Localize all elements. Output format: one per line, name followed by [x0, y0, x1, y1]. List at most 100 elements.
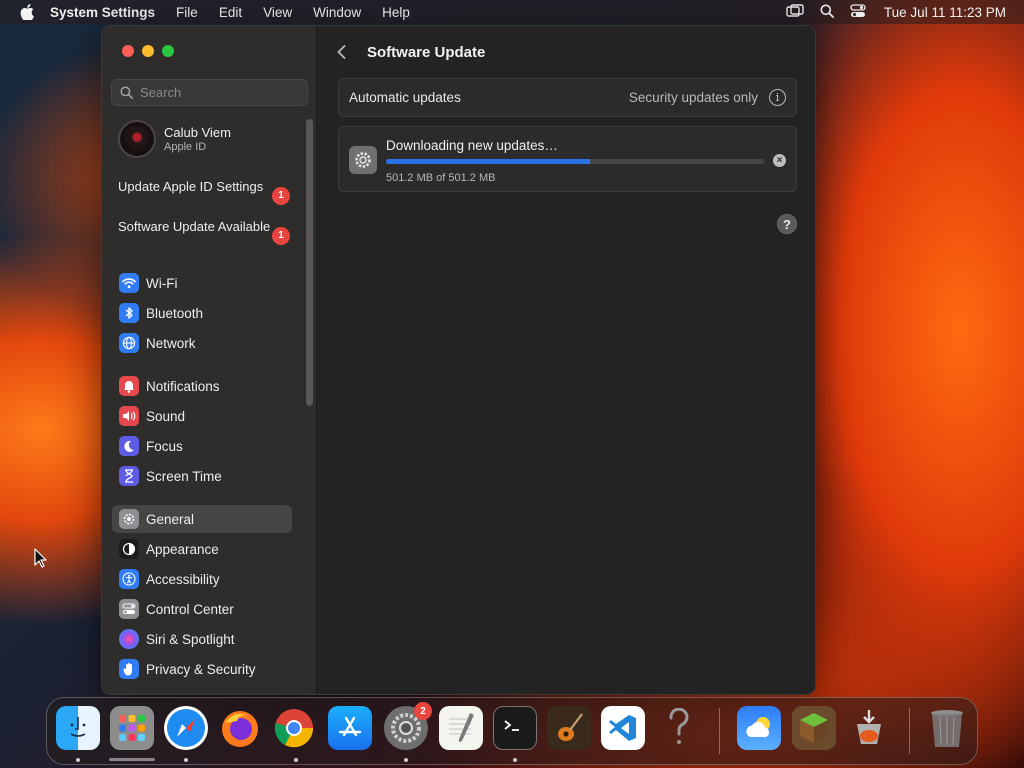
sidebar-item-privacy-security[interactable]: Privacy & Security: [112, 655, 292, 683]
accessibility-icon: [119, 569, 139, 589]
sidebar-item-label: Privacy & Security: [146, 661, 256, 677]
sidebar-item-sound[interactable]: Sound: [112, 402, 292, 430]
download-progress-panel: Downloading new updates… 501.2 MB of 501…: [338, 126, 797, 192]
sidebar-item-label: Accessibility: [146, 571, 220, 587]
software-update-available-item[interactable]: Software Update Available 1: [118, 219, 290, 245]
download-size: 501.2 MB of 501.2 MB: [386, 172, 496, 184]
sidebar-item-network[interactable]: Network: [112, 329, 292, 357]
firefox-icon[interactable]: [218, 706, 262, 750]
sidebar-scrollbar[interactable]: [306, 119, 313, 406]
help-button[interactable]: ?: [777, 214, 797, 234]
vscode-icon[interactable]: [601, 706, 645, 750]
privacy-hand-icon: [119, 659, 139, 679]
minimize-window-button[interactable]: [142, 45, 154, 57]
control-center-icon[interactable]: [850, 3, 866, 21]
menu-help[interactable]: Help: [382, 5, 410, 20]
sidebar-item-general[interactable]: General: [112, 505, 292, 533]
close-window-button[interactable]: [122, 45, 134, 57]
notifications-bell-icon: [119, 376, 139, 396]
sidebar-item-control-center[interactable]: Control Center: [112, 595, 292, 623]
sidebar-item-accessibility[interactable]: Accessibility: [112, 565, 292, 593]
automatic-updates-value: Security updates only: [628, 90, 758, 105]
sidebar-item-screen-time[interactable]: Screen Time: [112, 462, 292, 490]
app-store-icon[interactable]: [328, 706, 372, 750]
download-status: Downloading new updates…: [386, 138, 558, 153]
apple-icon[interactable]: [18, 3, 36, 21]
mouse-pointer-icon: [34, 548, 47, 573]
menu-window[interactable]: Window: [313, 5, 361, 20]
garageband-icon[interactable]: [547, 706, 591, 750]
sidebar: Search Calub Viem Apple ID Update Apple …: [102, 26, 317, 694]
launchpad-icon[interactable]: [110, 706, 154, 750]
search-icon: [120, 86, 133, 99]
dock: 2: [46, 697, 978, 765]
system-settings-icon[interactable]: 2: [384, 702, 432, 750]
running-indicator: [76, 758, 80, 762]
screen-mirroring-icon[interactable]: [786, 3, 804, 21]
sidebar-item-label: Appearance: [146, 541, 219, 557]
notice-label: Update Apple ID Settings: [118, 179, 264, 194]
focus-moon-icon: [119, 436, 139, 456]
finder-icon[interactable]: [56, 706, 100, 750]
minecraft-icon[interactable]: [792, 706, 836, 750]
profile-subtitle: Apple ID: [164, 141, 207, 153]
menu-edit[interactable]: Edit: [219, 5, 242, 20]
menu-bar: System Settings File Edit View Window He…: [0, 0, 1024, 24]
menu-view[interactable]: View: [263, 5, 292, 20]
sidebar-item-focus[interactable]: Focus: [112, 432, 292, 460]
sidebar-item-label: Control Center: [146, 601, 234, 617]
notification-badge: 1: [272, 187, 290, 205]
apple-id-profile[interactable]: Calub Viem Apple ID: [118, 120, 231, 158]
running-indicator: [404, 758, 408, 762]
sidebar-item-wifi[interactable]: Wi-Fi: [112, 269, 292, 297]
zoom-window-button[interactable]: [162, 45, 174, 57]
menu-app-name[interactable]: System Settings: [50, 5, 155, 20]
running-indicator: [513, 758, 517, 762]
sidebar-item-label: Focus: [146, 438, 183, 454]
terminal-icon[interactable]: [493, 706, 537, 750]
textedit-icon[interactable]: [439, 706, 483, 750]
avatar: [118, 120, 156, 158]
main-content: Software Update Automatic updates Securi…: [317, 26, 815, 694]
update-apple-id-settings-item[interactable]: Update Apple ID Settings 1: [118, 179, 290, 205]
notification-badge: 1: [272, 227, 290, 245]
sidebar-item-label: Screen Time: [146, 468, 222, 484]
dock-launchpad-indicator: [109, 758, 155, 761]
control-center-toggle-icon: [119, 599, 139, 619]
menu-clock[interactable]: Tue Jul 11 11:23 PM: [884, 5, 1006, 20]
spotlight-search-icon[interactable]: [820, 4, 834, 21]
safari-icon[interactable]: [164, 706, 208, 750]
installer-icon[interactable]: [847, 706, 891, 750]
sidebar-item-label: Siri & Spotlight: [146, 631, 235, 647]
general-gear-icon: [119, 509, 139, 529]
back-chevron-icon[interactable]: [337, 45, 351, 59]
window-controls: [122, 45, 174, 57]
siri-icon: [119, 629, 139, 649]
sidebar-item-bluetooth[interactable]: Bluetooth: [112, 299, 292, 327]
sidebar-item-appearance[interactable]: Appearance: [112, 535, 292, 563]
trash-icon[interactable]: [925, 706, 969, 750]
automatic-updates-row: Automatic updates Security updates only …: [338, 78, 797, 117]
download-progress-fill: [386, 159, 591, 164]
dock-separator: [909, 708, 910, 754]
chrome-icon[interactable]: [272, 706, 316, 750]
search-placeholder: Search: [140, 85, 182, 100]
running-indicator: [184, 758, 188, 762]
question-mark-icon[interactable]: [657, 706, 701, 750]
sidebar-item-siri-spotlight[interactable]: Siri & Spotlight: [112, 625, 292, 653]
cancel-download-icon[interactable]: ×: [773, 154, 786, 167]
appearance-icon: [119, 539, 139, 559]
weather-icon[interactable]: [737, 706, 781, 750]
info-icon[interactable]: i: [769, 89, 786, 106]
notice-label: Software Update Available: [118, 219, 271, 234]
software-update-gear-icon: [349, 146, 377, 174]
sound-speaker-icon: [119, 406, 139, 426]
system-settings-window: Search Calub Viem Apple ID Update Apple …: [101, 25, 816, 695]
bluetooth-icon: [119, 303, 139, 323]
search-input[interactable]: Search: [111, 79, 308, 106]
sidebar-item-notifications[interactable]: Notifications: [112, 372, 292, 400]
sidebar-item-label: General: [146, 511, 195, 527]
sidebar-item-label: Network: [146, 335, 196, 351]
menu-file[interactable]: File: [176, 5, 198, 20]
dock-separator: [719, 708, 720, 754]
